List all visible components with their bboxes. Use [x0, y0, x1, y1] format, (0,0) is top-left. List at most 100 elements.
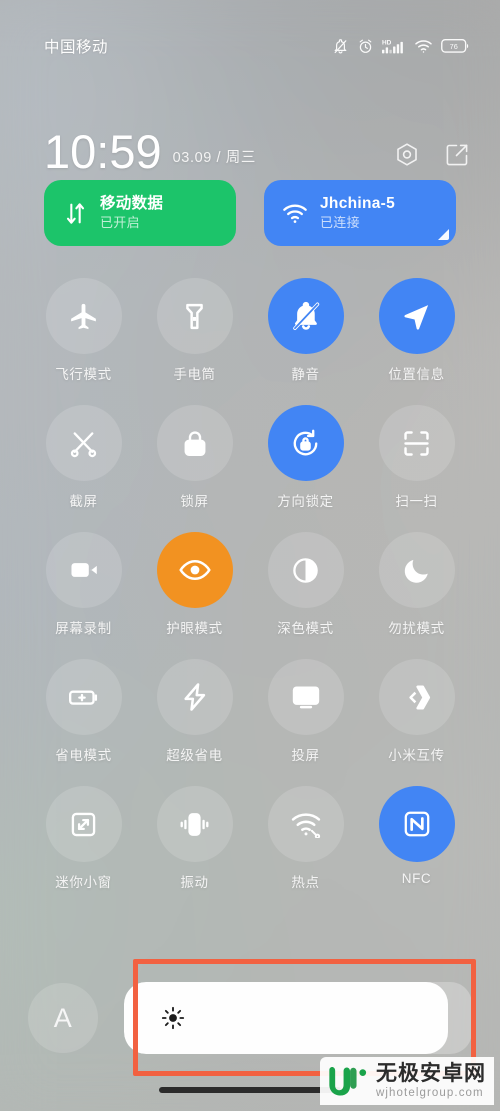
toggle-mute[interactable]: 静音	[250, 278, 361, 383]
toggle-bubble[interactable]	[156, 786, 233, 862]
wifi-icon	[414, 38, 433, 54]
alarm-icon	[357, 38, 374, 55]
toggle-label: 手电筒	[173, 367, 216, 382]
toggle-bubble[interactable]	[267, 532, 344, 608]
toggle-eye-care[interactable]: 护眼模式	[139, 532, 250, 637]
big-tile-wifi[interactable]: Jhchina-5 已连接	[264, 180, 456, 246]
big-tile-subtitle: 已开启	[100, 215, 140, 231]
mini-window-icon	[68, 809, 99, 840]
battery-icon: 76	[441, 38, 470, 54]
settings-hexagon-icon[interactable]	[394, 142, 420, 168]
scan-icon	[401, 428, 432, 459]
home-indicator[interactable]	[159, 1087, 341, 1093]
svg-text:HD: HD	[382, 39, 392, 46]
toggle-label: 小米互传	[388, 748, 445, 763]
toggle-label: 勿扰模式	[388, 621, 445, 636]
airplane-icon	[67, 300, 100, 333]
toggle-label: 省电模式	[55, 748, 112, 763]
toggle-screenshot[interactable]: 截屏	[28, 405, 139, 510]
toggle-label: 迷你小窗	[55, 875, 112, 890]
toggle-bubble[interactable]	[267, 278, 344, 354]
toggle-bubble[interactable]	[267, 405, 344, 481]
toggle-orientation-lock[interactable]: 方向锁定	[250, 405, 361, 510]
toggle-bubble[interactable]	[378, 278, 455, 354]
wifi-expand-corner-icon[interactable]	[438, 229, 449, 240]
battery-plus-icon	[67, 681, 100, 714]
toggle-label: 屏幕录制	[55, 621, 112, 636]
toggle-airplane-mode[interactable]: 飞行模式	[28, 278, 139, 383]
toggle-flashlight[interactable]: 手电筒	[139, 278, 250, 383]
cast-screen-icon	[290, 681, 322, 713]
clock-time: 10:59	[44, 125, 162, 179]
contrast-icon	[290, 555, 321, 586]
toggle-label: 方向锁定	[277, 494, 334, 509]
toggle-location[interactable]: 位置信息	[361, 278, 472, 383]
location-arrow-icon	[401, 301, 432, 332]
toggle-bubble[interactable]	[45, 405, 122, 481]
brightness-slider[interactable]	[124, 982, 472, 1054]
toggle-bubble[interactable]	[378, 786, 455, 862]
watermark-url: wjhotelgroup.com	[376, 1086, 484, 1099]
carrier-label: 中国移动	[44, 39, 109, 56]
lock-icon	[180, 428, 210, 458]
watermark-name: 无极安卓网	[376, 1061, 486, 1085]
toggle-scan[interactable]: 扫一扫	[361, 405, 472, 510]
mi-share-icon	[400, 681, 433, 714]
hotspot-icon	[290, 810, 322, 838]
toggle-bubble[interactable]	[378, 659, 455, 735]
screenshot-icon	[68, 428, 99, 459]
toggle-ultra-battery-saver[interactable]: 超级省电	[139, 659, 250, 764]
toggle-screen-record[interactable]: 屏幕录制	[28, 532, 139, 637]
hd-signal-icon: HD	[382, 38, 406, 55]
toggle-cast-screen[interactable]: 投屏	[250, 659, 361, 764]
toggle-label: NFC	[401, 871, 432, 886]
toggle-bubble[interactable]	[156, 405, 233, 481]
big-tile-mobile-data[interactable]: 移动数据 已开启	[44, 180, 236, 246]
status-icon-group: HD 76	[332, 38, 470, 55]
toggle-bubble[interactable]	[378, 405, 455, 481]
toggle-bubble[interactable]	[45, 278, 122, 354]
toggle-label: 锁屏	[180, 494, 209, 509]
toggle-dark-mode[interactable]: 深色模式	[250, 532, 361, 637]
video-camera-icon	[68, 554, 100, 586]
data-transfer-icon	[58, 201, 92, 226]
vibrate-icon	[178, 808, 211, 841]
auto-brightness-button[interactable]: A	[28, 983, 98, 1053]
status-bar: 中国移动 HD 76	[0, 0, 500, 92]
battery-level-text: 76	[450, 42, 458, 51]
toggle-label: 超级省电	[166, 748, 223, 763]
moon-icon	[402, 555, 432, 585]
toggle-bubble[interactable]	[378, 532, 455, 608]
toggle-bubble[interactable]	[45, 659, 122, 735]
toggle-do-not-disturb[interactable]: 勿扰模式	[361, 532, 472, 637]
toggle-bubble[interactable]	[267, 786, 344, 862]
toggle-bubble[interactable]	[156, 278, 233, 354]
toggle-lock-screen[interactable]: 锁屏	[139, 405, 250, 510]
toggle-bubble[interactable]	[156, 532, 233, 608]
toggle-bubble[interactable]	[267, 659, 344, 735]
toggle-battery-saver[interactable]: 省电模式	[28, 659, 139, 764]
toggle-label: 飞行模式	[55, 367, 112, 382]
control-center-screen: 中国移动 HD 76 10:59 03.09 / 周三 移动数据 已开启 Jhc…	[0, 0, 500, 1111]
watermark-logo-icon	[326, 1064, 368, 1098]
toggle-hotspot[interactable]: 热点	[250, 786, 361, 891]
toggle-bubble[interactable]	[45, 532, 122, 608]
edit-square-icon[interactable]	[444, 142, 470, 168]
toggle-nfc[interactable]: NFC	[361, 786, 472, 891]
big-tile-row: 移动数据 已开启 Jhchina-5 已连接	[44, 180, 456, 246]
watermark: 无极安卓网 wjhotelgroup.com	[320, 1056, 494, 1105]
nfc-icon	[401, 808, 433, 840]
brightness-row: A	[28, 975, 472, 1061]
auto-brightness-label: A	[53, 1002, 73, 1033]
toggle-label: 热点	[291, 875, 320, 890]
clock-date: 03.09 / 周三	[172, 150, 256, 166]
toggle-bubble[interactable]	[156, 659, 233, 735]
toggle-mini-window[interactable]: 迷你小窗	[28, 786, 139, 891]
eye-icon	[178, 553, 212, 587]
toggle-label: 投屏	[291, 748, 320, 763]
toggle-mi-share[interactable]: 小米互传	[361, 659, 472, 764]
toggle-bubble[interactable]	[45, 786, 122, 862]
toggle-vibrate[interactable]: 振动	[139, 786, 250, 891]
sun-brightness-icon	[160, 1005, 186, 1031]
toggle-label: 深色模式	[277, 621, 334, 636]
